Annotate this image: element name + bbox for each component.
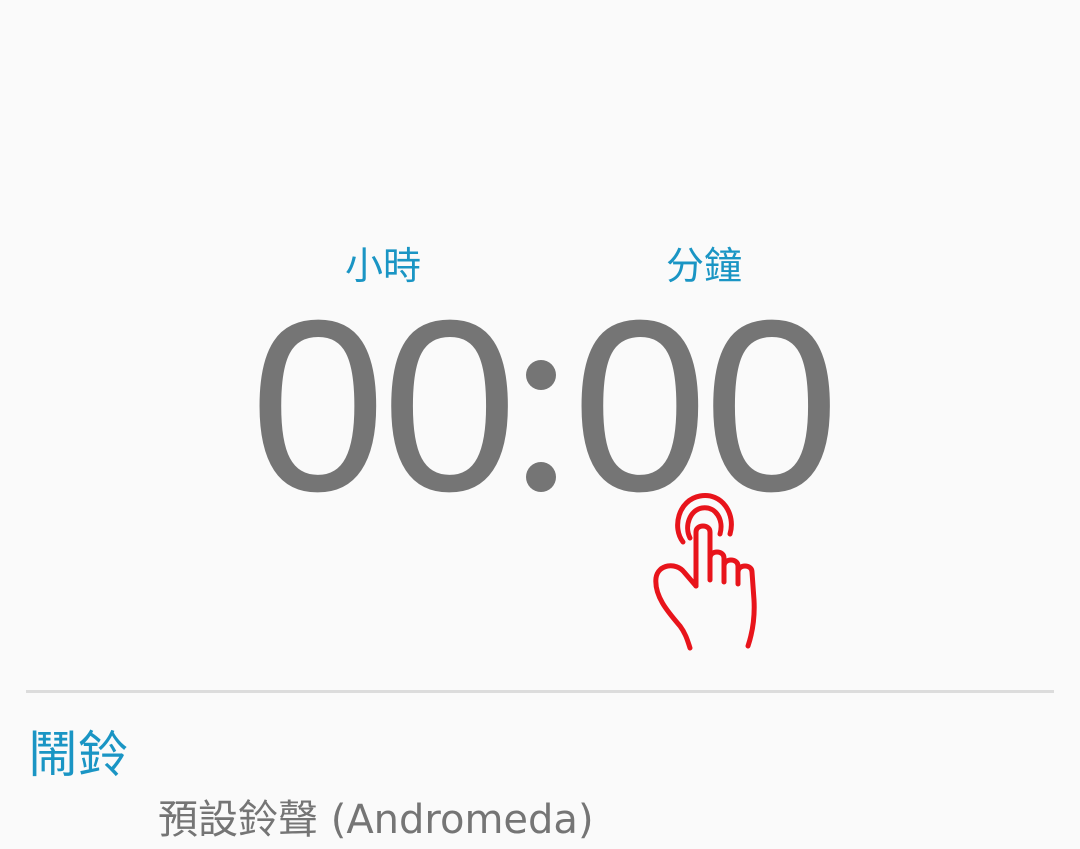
section-divider	[26, 690, 1054, 693]
pointing-hand-icon	[650, 488, 780, 654]
separator-dot-top	[526, 360, 556, 390]
separator-dot-bottom	[526, 462, 556, 492]
time-separator	[520, 296, 560, 516]
alarm-section-title: 鬧鈴	[28, 726, 128, 784]
ringtone-selector[interactable]: 預設鈴聲 (Andromeda)	[158, 792, 594, 848]
hours-value[interactable]: 00	[250, 284, 517, 528]
timer-screen: 小時 分鐘 00 00 鬧鈴 預設鈴聲 (Andromeda)	[0, 0, 1080, 849]
minutes-value[interactable]: 00	[572, 284, 839, 528]
time-display: 00 00	[0, 284, 1080, 528]
